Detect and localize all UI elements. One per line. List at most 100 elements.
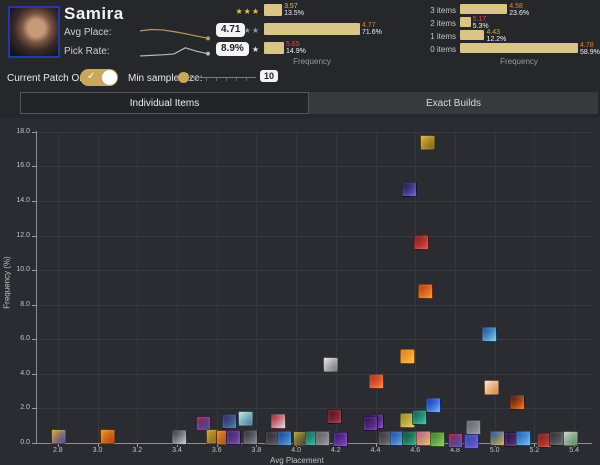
grid-line [296,131,297,443]
item-icon[interactable] [563,431,578,446]
item-icon[interactable] [271,414,286,429]
bar-row: 0 items4.7858.9% [420,43,598,53]
y-axis-tick-label: 6.0 [4,335,30,342]
slider-knob[interactable] [178,72,189,83]
item-icon[interactable] [172,430,187,445]
item-icon[interactable] [327,409,342,424]
item-icon[interactable] [412,410,427,425]
frequency-bar[interactable] [460,30,484,40]
y-axis-tick-label: 10.0 [4,266,30,273]
star-rating: ★ [252,45,260,54]
y-axis-tick-label: 18.0 [4,128,30,135]
item-icon[interactable] [510,395,525,410]
grid-line [455,131,456,443]
item-icon[interactable] [414,235,429,250]
x-axis-title: Avg Placement [270,456,324,465]
frequency-bar[interactable] [264,4,282,16]
frequency-bar[interactable] [460,4,507,14]
item-scatter-chart: Frequency (%) Avg Placement 0.02.04.06.0… [0,118,600,465]
bar-values: 5.175.3% [473,16,489,30]
item-icon[interactable] [516,431,531,446]
toggle-knob [102,70,117,85]
frequency-pct: 12.2% [486,36,506,43]
item-icon[interactable] [420,135,435,150]
item-icon[interactable] [426,398,441,413]
star-rating: ★★★ [235,7,260,16]
y-axis-tick-label: 14.0 [4,197,30,204]
grid-line [376,131,377,443]
frequency-pct: 58.9% [580,49,600,56]
y-axis-tick-label: 12.0 [4,232,30,239]
item-icon[interactable] [448,433,463,448]
x-axis-tick-label: 3.4 [165,447,189,454]
bar-values: 4.7771.6% [362,22,382,36]
x-axis-tick-label: 5.0 [483,447,507,454]
grid-line [36,132,592,133]
pick-rate-label: Pick Rate: [64,46,110,57]
item-icon[interactable] [369,374,384,389]
item-icon[interactable] [277,431,292,446]
avg-place-value: 4.77 [362,22,382,29]
frequency-bar[interactable] [264,23,360,35]
x-axis-tick-label: 4.0 [284,447,308,454]
grid-line [98,131,99,443]
min-sample-size-slider[interactable] [176,77,256,81]
frequency-axis-label: Frequency [264,57,360,66]
item-icon[interactable] [226,430,241,445]
item-icon[interactable] [402,431,417,446]
y-axis-tick-label: 0.0 [4,439,30,446]
x-axis-tick-label: 5.4 [562,447,586,454]
item-icon[interactable] [315,431,330,446]
x-axis-tick-label: 4.2 [324,447,348,454]
item-icon[interactable] [464,434,479,449]
item-icon[interactable] [400,349,415,364]
y-axis-tick-label: 2.0 [4,404,30,411]
frequency-bar[interactable] [460,17,471,27]
avg-place-value: 4.78 [580,42,600,49]
grid-line [137,131,138,443]
grid-line [256,131,257,443]
current-patch-toggle[interactable]: ✓ [80,69,118,86]
frequency-pct: 71.6% [362,29,382,36]
x-axis-tick-label: 3.0 [86,447,110,454]
avg-place-value: 3.57 [284,3,304,10]
item-icon[interactable] [490,431,505,446]
item-icon[interactable] [484,380,499,395]
item-icon[interactable] [363,416,378,431]
champion-avatar [8,6,60,58]
item-icon[interactable] [549,431,564,446]
avg-place-value: 4.43 [486,29,506,36]
item-icon[interactable] [100,429,115,444]
avg-place-value: 5.17 [473,16,489,23]
item-icon[interactable] [430,432,445,447]
x-axis-tick-label: 5.2 [522,447,546,454]
frequency-bar[interactable] [264,42,284,54]
grid-line [415,131,416,443]
item-icon[interactable] [333,432,348,447]
frequency-bar[interactable] [460,43,578,53]
item-icon[interactable] [238,411,253,426]
item-icon[interactable] [222,414,237,429]
item-icon[interactable] [402,182,417,197]
grid-line [36,339,592,340]
filter-controls: Current Patch Only: ✓ Min sample size: 1… [0,66,600,90]
item-icon[interactable] [323,357,338,372]
grid-line [217,131,218,443]
grid-line [36,374,592,375]
item-icon[interactable] [243,430,258,445]
bar-values: 4.7858.9% [580,42,600,56]
y-axis-tick-label: 4.0 [4,370,30,377]
item-icon[interactable] [482,327,497,342]
min-sample-size-value: 10 [260,70,278,82]
tab-exact-builds[interactable]: Exact Builds [309,92,598,114]
x-axis-tick-label: 3.6 [205,447,229,454]
bar-values: 4.4312.2% [486,29,506,43]
item-icon[interactable] [416,431,431,446]
x-axis-tick-label: 2.8 [46,447,70,454]
item-icon[interactable] [466,420,481,435]
tab-individual-items[interactable]: Individual Items [20,92,309,114]
grid-line [336,131,337,443]
avg-place-value: 4.58 [509,3,529,10]
item-icon[interactable] [51,429,66,444]
item-icon[interactable] [418,284,433,299]
